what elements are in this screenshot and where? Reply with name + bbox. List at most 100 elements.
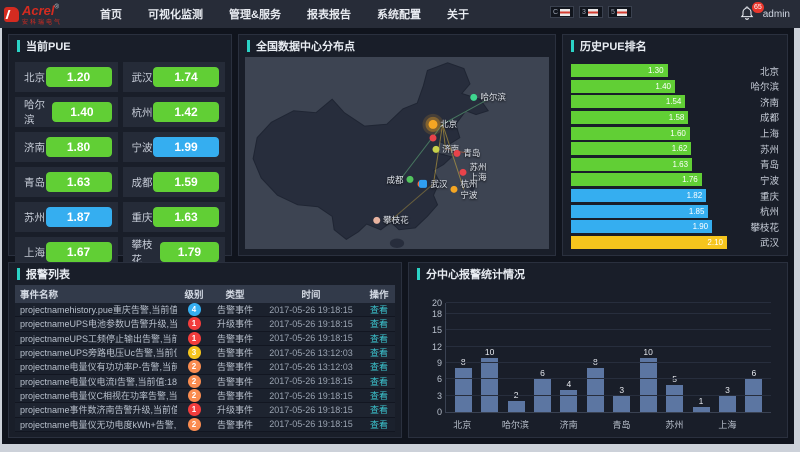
- view-link[interactable]: 查看: [370, 319, 388, 329]
- nav-item-报表报告[interactable]: 报表报告: [307, 6, 351, 22]
- alarm-level-badge: 1: [188, 403, 201, 416]
- ranking-bar-track: 1.63: [571, 158, 727, 171]
- view-link[interactable]: 查看: [370, 334, 388, 344]
- notification-bell[interactable]: 65: [739, 5, 757, 23]
- pue-ranking-chart: 1.30北京1.40哈尔滨1.54济南1.58成都1.60上海1.62苏州1.6…: [563, 57, 787, 255]
- alarm-level-cell: 1: [177, 332, 211, 345]
- chart-bar: [508, 401, 525, 412]
- nav-item-关于[interactable]: 关于: [447, 6, 469, 22]
- chart-gridline: [446, 346, 771, 347]
- alarm-event-name: projectname电量仪无功电度kWh+告警,当前值:30.1: [15, 418, 177, 431]
- map-marker-武汉[interactable]: 武汉: [419, 179, 447, 189]
- ranking-bar: 1.63: [571, 158, 692, 171]
- chart-x-label: 苏州: [661, 418, 687, 431]
- ranking-city-label: 青岛: [727, 157, 779, 171]
- chart-gridline: [446, 302, 771, 303]
- ranking-bar-track: 1.82: [571, 189, 727, 202]
- ranking-city-label: 北京: [727, 64, 779, 78]
- chart-bar-value: 3: [619, 385, 624, 395]
- map-marker-北京[interactable]: 北京: [428, 119, 457, 129]
- view-link[interactable]: 查看: [370, 362, 388, 372]
- status-chip[interactable]: 5: [608, 6, 632, 18]
- alarm-type: 升级事件: [211, 317, 259, 330]
- alarm-type: 告警事件: [211, 375, 259, 388]
- nav-item-系统配置[interactable]: 系统配置: [377, 6, 421, 22]
- status-chip[interactable]: 3: [579, 6, 603, 18]
- alarm-event-name: projectnamehistory.pue重庆告警,当前值:1.82: [15, 303, 177, 316]
- alarm-row: projectname事件数济南告警升级,当前值:31升级事件2017-05-2…: [15, 403, 395, 417]
- status-chip-label: 3: [582, 9, 586, 16]
- ranking-bar: 1.62: [571, 142, 691, 155]
- view-link[interactable]: 查看: [370, 391, 388, 401]
- alarm-type: 告警事件: [211, 389, 259, 402]
- view-link[interactable]: 查看: [370, 405, 388, 415]
- chart-bar: [560, 390, 577, 412]
- pue-value-badge: 1.80: [46, 137, 112, 157]
- map-marker-杭州宁波[interactable]: 杭州 宁波: [450, 179, 477, 199]
- alarm-event-name: projectname电量仪电流I告警,当前值:18.0: [15, 375, 177, 388]
- chart-tick-label: 6: [437, 374, 442, 384]
- alarm-type: 告警事件: [211, 360, 259, 373]
- alarm-action-cell: 查看: [363, 332, 395, 345]
- ranking-city-label: 武汉: [727, 235, 779, 249]
- nav-item-可视化监测[interactable]: 可视化监测: [148, 6, 203, 22]
- view-link[interactable]: 查看: [370, 305, 388, 315]
- map-marker-哈尔滨[interactable]: 哈尔滨: [470, 92, 506, 102]
- pue-card: 成都1.59: [123, 167, 226, 197]
- pue-value-badge: 1.67: [46, 242, 112, 262]
- nav-item-首页[interactable]: 首页: [100, 6, 122, 22]
- alarm-col-header: 操作: [363, 287, 395, 301]
- pue-city-label: 济南: [24, 140, 45, 155]
- panel-pue-ranking-title: 历史PUE排名: [580, 38, 647, 54]
- chart-bar: [666, 385, 683, 412]
- ranking-bar-track: 1.54: [571, 95, 727, 108]
- map-point-icon: [432, 146, 439, 153]
- user-menu[interactable]: admin: [763, 9, 790, 20]
- map-marker-成都[interactable]: 成都: [387, 175, 414, 185]
- ranking-city-label: 成都: [727, 110, 779, 124]
- alarm-level-badge: 2: [188, 389, 201, 402]
- view-link[interactable]: 查看: [370, 348, 388, 358]
- map-point-icon: [373, 217, 380, 224]
- ranking-city-label: 重庆: [727, 189, 779, 203]
- ranking-bar-track: 1.40: [571, 80, 727, 93]
- ranking-bar-track: 1.30: [571, 64, 727, 77]
- map-marker-青岛[interactable]: 青岛: [453, 148, 480, 158]
- pue-card: 北京1.20: [15, 62, 118, 92]
- pue-value-badge: 1.99: [153, 137, 219, 157]
- alarm-row: projectnamehistory.pue重庆告警,当前值:1.824告警事件…: [15, 303, 395, 317]
- alarm-time: 2017-05-26 19:18:15: [259, 376, 363, 386]
- map-point-icon: [419, 180, 427, 188]
- map-point-icon: [453, 150, 460, 157]
- nav-item-管理&服务[interactable]: 管理&服务: [229, 6, 281, 22]
- alarm-level-cell: 2: [177, 389, 211, 402]
- map-marker-label: 武汉: [430, 179, 447, 189]
- status-chip[interactable]: C: [550, 6, 574, 18]
- panel-map: 全国数据中心分布点 哈尔滨北京济南青岛成都武汉苏州 上海杭州 宁波攀枝花: [238, 34, 556, 256]
- ranking-bar: 1.30: [571, 64, 668, 77]
- ranking-row: 1.90攀枝花: [571, 220, 779, 233]
- alarm-level-cell: 3: [177, 346, 211, 359]
- alarm-level-cell: 2: [177, 375, 211, 388]
- chart-tick-label: 3: [437, 391, 442, 401]
- chart-gridline: [446, 313, 771, 314]
- chart-tick-label: 20: [432, 298, 442, 308]
- map-marker[interactable]: [430, 134, 437, 141]
- chart-bar: [481, 358, 498, 413]
- chart-bar: [719, 396, 736, 412]
- view-link[interactable]: 查看: [370, 420, 388, 430]
- map-marker-攀枝花[interactable]: 攀枝花: [373, 215, 409, 225]
- pue-city-label: 北京: [24, 70, 45, 85]
- alarm-action-cell: 查看: [363, 389, 395, 402]
- ranking-row: 1.85杭州: [571, 205, 779, 218]
- chart-x-label: 上海: [714, 418, 740, 431]
- alarm-time: 2017-05-26 13:12:03: [259, 348, 363, 358]
- flag-icon: [617, 9, 627, 16]
- map-point-icon: [470, 94, 477, 101]
- pue-card: 哈尔滨1.40: [15, 97, 118, 127]
- pue-city-label: 杭州: [132, 105, 153, 120]
- chart-x-label: [529, 418, 555, 431]
- alarm-row: projectname电量仪电流I告警,当前值:18.02告警事件2017-05…: [15, 375, 395, 389]
- map-marker-label: 成都: [387, 175, 404, 185]
- view-link[interactable]: 查看: [370, 377, 388, 387]
